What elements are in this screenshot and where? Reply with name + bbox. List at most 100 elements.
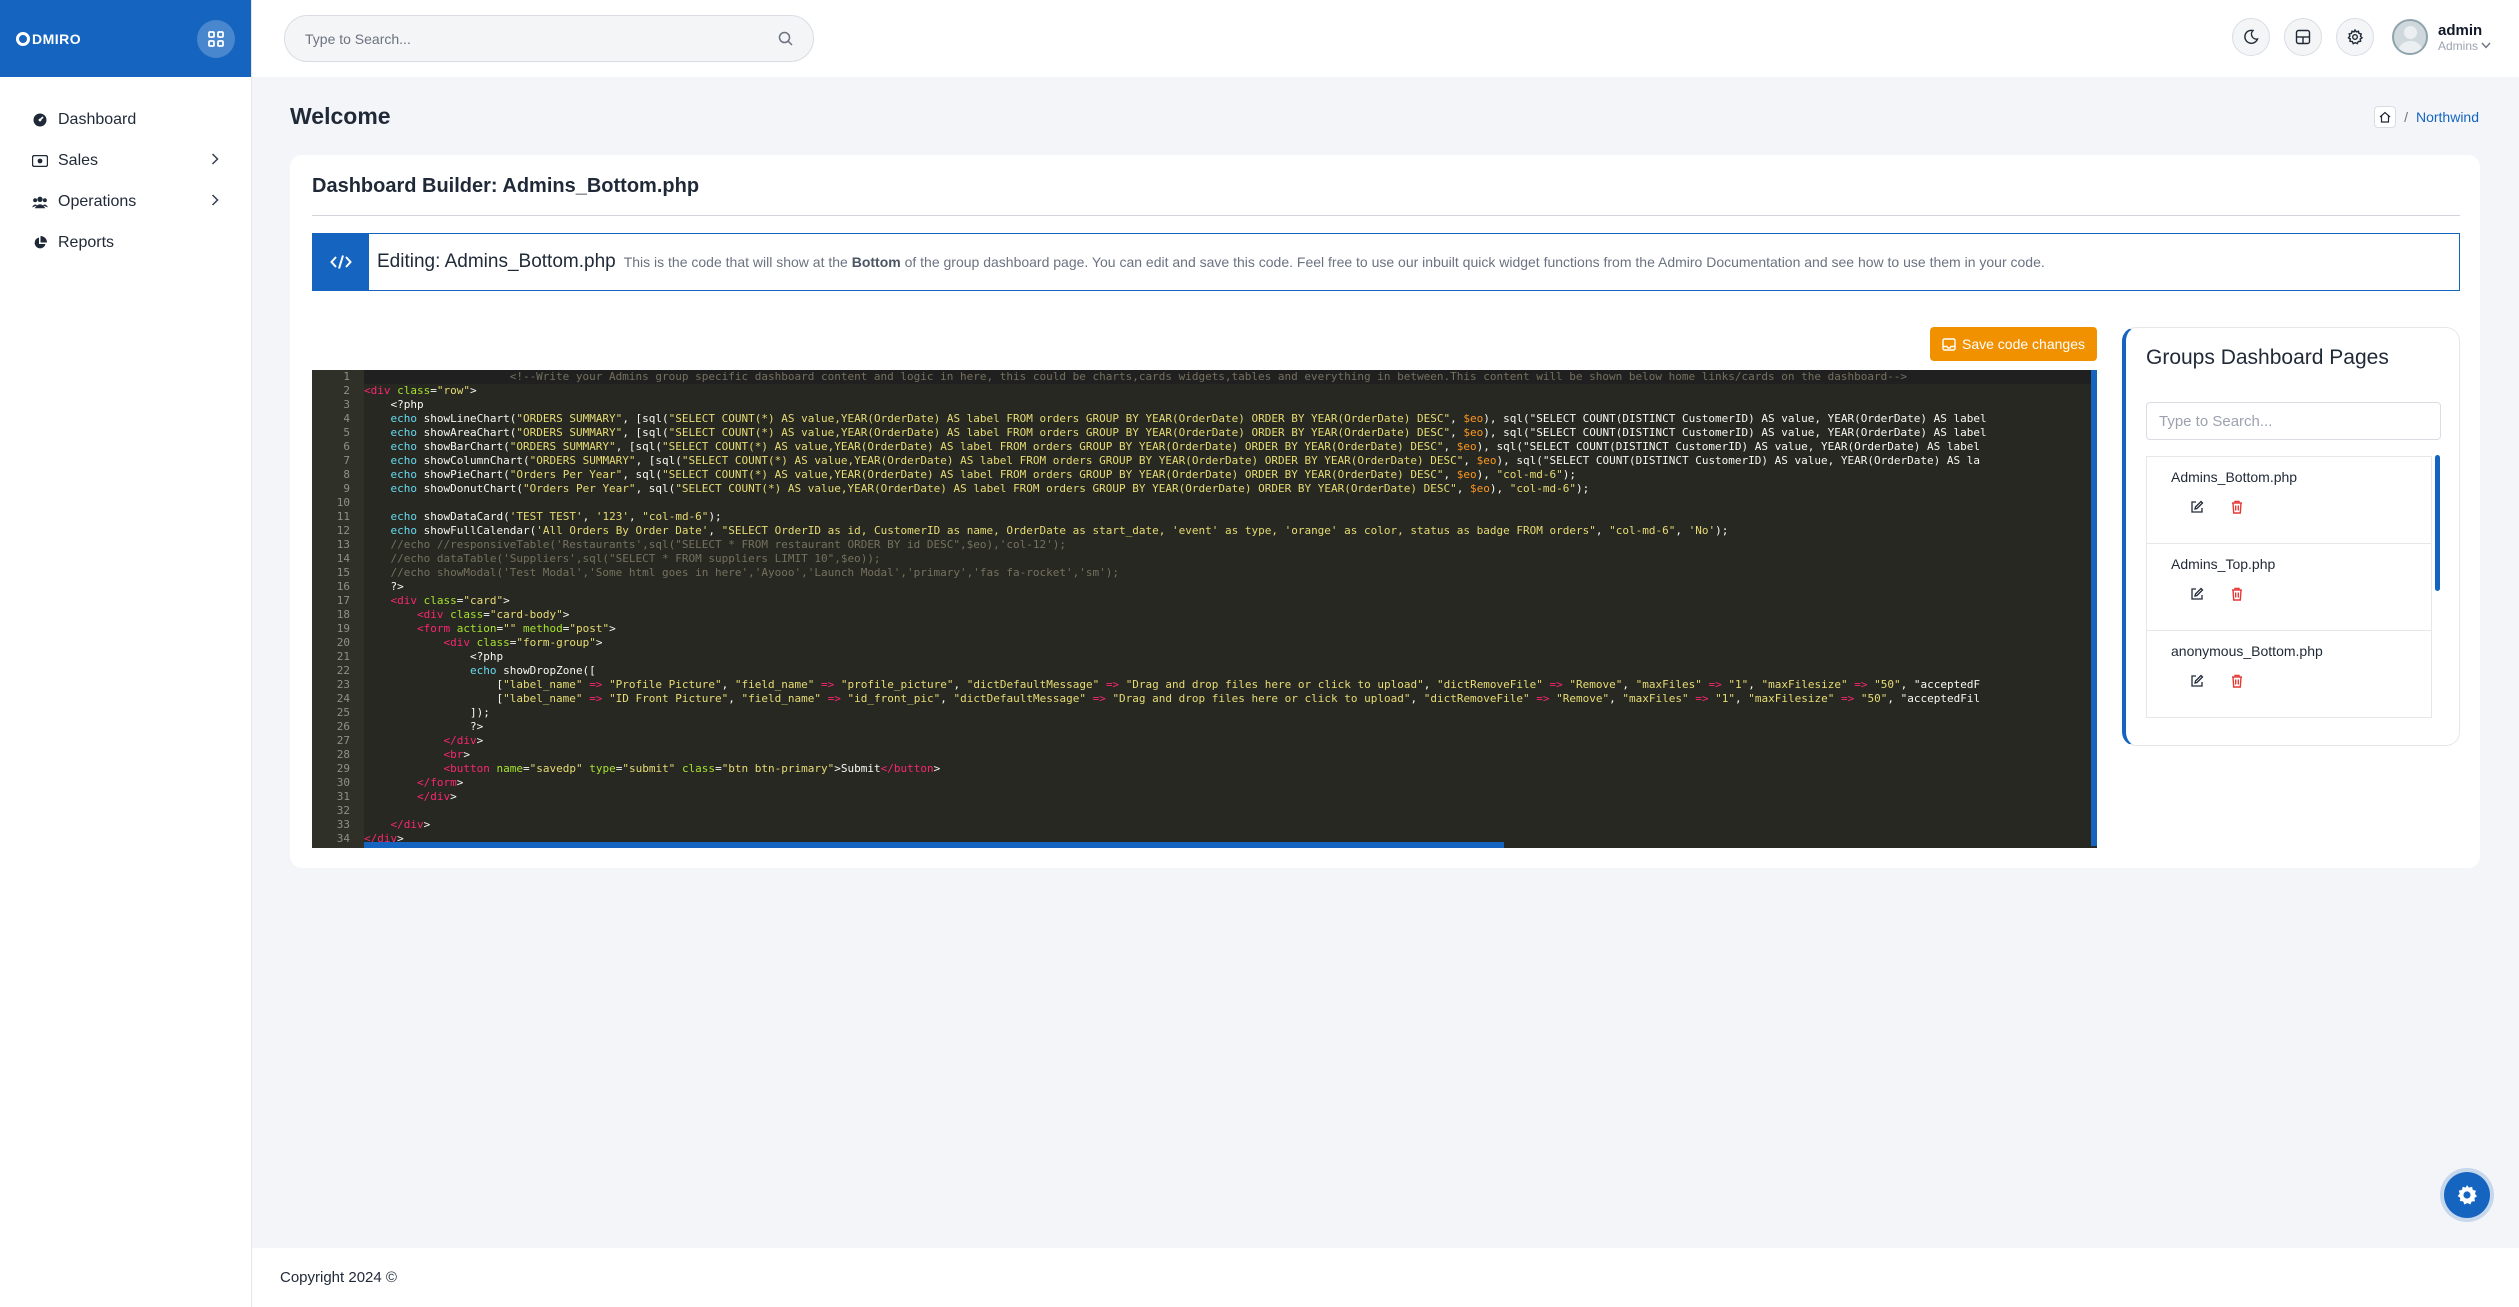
editor-code[interactable]: <!--Write your Admins group specific das… — [364, 370, 2097, 848]
line-number: 5 — [343, 426, 350, 439]
line-number: 10 — [336, 496, 350, 509]
line-number: 7 — [343, 454, 350, 467]
layout-button[interactable] — [2283, 18, 2322, 56]
code-line[interactable]: echo showDataCard('TEST TEST', '123', "c… — [364, 510, 2097, 524]
edit-icon[interactable] — [2189, 673, 2205, 689]
customizer-button[interactable] — [2444, 1172, 2490, 1218]
pages-list: Admins_Bottom.php Admins_Top.php anonymo… — [2146, 456, 2432, 718]
sidebar-item-reports[interactable]: Reports — [0, 222, 251, 263]
code-line[interactable]: <div class="card-body"> — [364, 608, 2097, 622]
list-item[interactable]: Admins_Top.php — [2147, 544, 2431, 631]
top-actions: admin Admins — [2231, 18, 2491, 56]
page-name: anonymous_Bottom.php — [2171, 643, 2323, 659]
code-line[interactable]: ["label_name" => "Profile Picture", "fie… — [364, 678, 2097, 692]
sidebar-item-operations[interactable]: Operations — [0, 181, 251, 222]
alert-text: This is the code that will show at the B… — [624, 254, 2045, 270]
editor-vertical-scrollbar[interactable] — [2091, 370, 2097, 846]
code-line[interactable]: <button name="savedp" type="submit" clas… — [364, 762, 2097, 776]
user-role-label: Admins — [2437, 38, 2478, 53]
sidebar: DMIRO Dashboard Sales Operations Reports — [0, 0, 252, 1307]
code-line[interactable]: <br> — [364, 748, 2097, 762]
settings-button[interactable] — [2335, 18, 2374, 56]
code-line[interactable] — [364, 496, 2097, 510]
breadcrumb-separator: / — [2404, 109, 2408, 125]
trash-icon[interactable] — [2229, 673, 2245, 689]
sidebar-item-label: Dashboard — [58, 110, 137, 128]
page-actions — [2171, 499, 2431, 515]
code-line[interactable]: <div class="row"> — [364, 384, 2097, 398]
code-line[interactable]: echo showAreaChart("ORDERS SUMMARY", [sq… — [364, 426, 2097, 440]
line-number: 4 — [343, 412, 350, 425]
edit-icon[interactable] — [2189, 586, 2205, 602]
code-line[interactable]: //echo showModal('Test Modal','Some html… — [364, 566, 2097, 580]
sidebar-toggle-button[interactable] — [197, 19, 235, 58]
line-number: 18 — [336, 608, 350, 621]
users-icon — [32, 194, 48, 210]
code-line[interactable]: echo showColumnChart("ORDERS SUMMARY", [… — [364, 454, 2097, 468]
line-number: 11 — [336, 510, 350, 523]
code-line[interactable]: <!--Write your Admins group specific das… — [364, 370, 2097, 384]
code-line[interactable]: ?> — [364, 580, 2097, 594]
search-icon[interactable] — [778, 31, 793, 46]
logo-text: DMIRO — [32, 30, 82, 47]
list-item[interactable]: Admins_Bottom.php — [2147, 457, 2431, 544]
line-number: 30 — [336, 776, 350, 789]
line-number: 3 — [343, 398, 350, 411]
code-line[interactable]: echo showDonutChart("Orders Per Year", s… — [364, 482, 2097, 496]
line-number: 16 — [336, 580, 350, 593]
code-line[interactable]: <?php — [364, 398, 2097, 412]
trash-icon[interactable] — [2229, 586, 2245, 602]
sidebar-item-sales[interactable]: Sales — [0, 140, 251, 181]
builder-title: Dashboard Builder: Admins_Bottom.php — [312, 175, 700, 197]
sidebar-nav: Dashboard Sales Operations Reports — [0, 77, 251, 263]
chevron-right-icon — [211, 193, 219, 211]
list-item[interactable]: anonymous_Bottom.php — [2147, 631, 2431, 717]
code-line[interactable]: echo showDropZone([ — [364, 664, 2097, 678]
line-number: 19 — [336, 622, 350, 635]
user-menu[interactable]: admin Admins — [2391, 19, 2491, 55]
trash-icon[interactable] — [2229, 499, 2245, 515]
code-line[interactable]: echo showFullCalendar('All Orders By Ord… — [364, 524, 2097, 538]
code-line[interactable]: ]); — [364, 706, 2097, 720]
code-line[interactable]: echo showPieChart("Orders Per Year", sql… — [364, 468, 2097, 482]
code-line[interactable]: </form> — [364, 776, 2097, 790]
user-role: Admins — [2438, 39, 2491, 53]
code-line[interactable]: //echo //responsiveTable('Restaurants',s… — [364, 538, 2097, 552]
editor-horizontal-scrollbar[interactable] — [364, 842, 1504, 848]
code-line[interactable]: <div class="form-group"> — [364, 636, 2097, 650]
search-input[interactable] — [305, 30, 778, 47]
logo-mark — [16, 31, 30, 46]
breadcrumb-current[interactable]: Northwind — [2416, 109, 2479, 125]
code-line[interactable]: ["label_name" => "ID Front Picture", "fi… — [364, 692, 2097, 706]
edit-icon[interactable] — [2189, 499, 2205, 515]
logo[interactable]: DMIRO — [16, 31, 81, 47]
code-line[interactable]: </div> — [364, 734, 2097, 748]
line-number: 13 — [336, 538, 350, 551]
sidebar-item-label: Operations — [58, 192, 137, 210]
copyright-text: Copyright 2024 © — [280, 1269, 397, 1286]
line-number: 24 — [336, 692, 350, 705]
dark-mode-button[interactable] — [2231, 18, 2270, 56]
code-line[interactable]: echo showLineChart("ORDERS SUMMARY", [sq… — [364, 412, 2097, 426]
code-line[interactable]: </div> — [364, 818, 2097, 832]
code-line[interactable]: <div class="card"> — [364, 594, 2097, 608]
code-line[interactable]: //echo dataTable('Suppliers',sql("SELECT… — [364, 552, 2097, 566]
code-line[interactable]: echo showBarChart("ORDERS SUMMARY", [sql… — [364, 440, 2097, 454]
pages-list-scrollbar[interactable] — [2435, 455, 2440, 591]
code-line[interactable] — [364, 804, 2097, 818]
page-actions — [2171, 673, 2431, 689]
breadcrumb-home[interactable] — [2374, 106, 2397, 128]
line-number: 20 — [336, 636, 350, 649]
chevron-right-icon — [211, 152, 219, 170]
code-line[interactable]: ?> — [364, 720, 2097, 734]
pages-search-input[interactable] — [2159, 412, 2428, 430]
code-editor[interactable]: 1 2 3 4 5 6 7 8 9 10 11 12 13 14 15 16 17 18 19 20 21 22 23 24 2… — [312, 370, 2097, 848]
code-line[interactable]: <form action="" method="post"> — [364, 622, 2097, 636]
save-icon — [1942, 337, 1956, 351]
gear-icon — [2347, 29, 2363, 45]
pie-chart-icon — [32, 235, 48, 251]
code-line[interactable]: <?php — [364, 650, 2097, 664]
code-line[interactable]: </div> — [364, 790, 2097, 804]
save-code-button[interactable]: Save code changes — [1930, 327, 2097, 361]
sidebar-item-dashboard[interactable]: Dashboard — [0, 99, 251, 140]
